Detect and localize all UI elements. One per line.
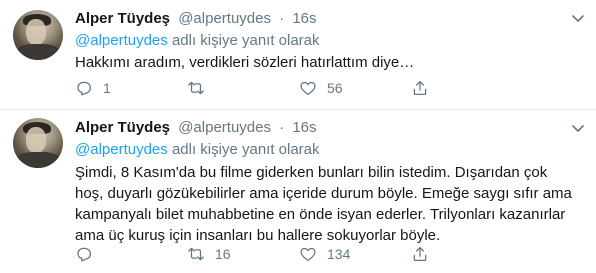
author-name[interactable]: Alper Tüydeş [75,119,170,136]
tweet[interactable]: Alper Tüydeş @alpertuydes · 16s @alpertu… [0,0,596,110]
timestamp[interactable]: 16s [292,10,316,27]
retweet-icon [188,247,204,261]
tweet-actions: 16 134 [75,244,535,264]
reply-context-text: adlı kişiye yanıt olarak [167,141,320,158]
reply-icon [77,81,92,96]
reply-context: @alpertuydes adlı kişiye yanıt olarak [75,140,320,160]
separator-dot: · [279,119,285,136]
retweet-icon [188,81,204,95]
like-button[interactable]: 134 [299,244,350,264]
share-icon [413,80,427,96]
reply-button[interactable]: 1 [75,78,111,98]
tweet-header: Alper Tüydeş @alpertuydes · 16s [75,9,317,29]
reply-context: @alpertuydes adlı kişiye yanıt olarak [75,31,320,51]
avatar[interactable] [13,118,63,168]
like-count: 134 [327,246,351,262]
separator-dot: · [279,10,285,27]
avatar-body [15,44,61,60]
avatar[interactable] [13,10,63,60]
author-handle[interactable]: @alpertuydes [178,10,271,27]
retweet-button[interactable]: 16 [187,244,231,264]
author-handle[interactable]: @alpertuydes [178,119,271,136]
heart-icon [300,81,316,96]
author-name[interactable]: Alper Tüydeş [75,10,170,27]
share-icon [413,246,427,262]
reply-mention-link[interactable]: @alpertuydes [75,141,168,158]
like-count: 56 [327,80,343,96]
reply-button[interactable] [75,244,103,264]
reply-context-text: adlı kişiye yanıt olarak [167,32,320,49]
avatar-body [15,152,61,168]
share-button[interactable] [411,78,429,98]
chevron-down-icon[interactable] [570,120,586,136]
chevron-down-icon[interactable] [570,10,586,26]
reply-count: 1 [103,80,111,96]
retweet-button[interactable] [187,78,215,98]
reply-mention-link[interactable]: @alpertuydes [75,32,168,49]
reply-icon [77,247,92,262]
share-button[interactable] [411,244,429,264]
avatar-face [26,127,46,153]
tweet-actions: 1 56 [75,78,535,98]
timestamp[interactable]: 16s [292,119,316,136]
tweet-text: Hakkımı aradım, verdikleri sözleri hatır… [75,54,415,71]
tweet-text: Şimdi, 8 Kasım'da bu filme giderken bunl… [75,164,572,244]
heart-icon [300,247,316,262]
tweet[interactable]: Alper Tüydeş @alpertuydes · 16s @alpertu… [0,110,596,273]
avatar-face [26,19,46,45]
like-button[interactable]: 56 [299,78,343,98]
tweet-header: Alper Tüydeş @alpertuydes · 16s [75,118,317,138]
retweet-count: 16 [215,246,231,262]
